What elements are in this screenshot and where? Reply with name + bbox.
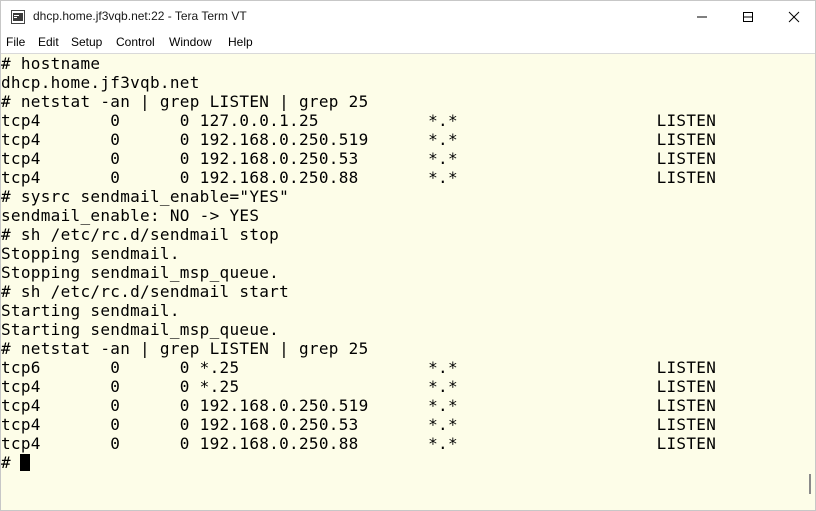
minimize-icon <box>697 16 707 18</box>
terminal-line: # netstat -an | grep LISTEN | grep 25 <box>1 92 369 111</box>
menu-control[interactable]: Control <box>116 35 155 49</box>
text-cursor <box>20 454 30 471</box>
close-button[interactable] <box>771 1 816 33</box>
menu-file[interactable]: File <box>6 35 25 49</box>
terminal-line: # netstat -an | grep LISTEN | grep 25 <box>1 339 369 358</box>
terminal-line: tcp4 0 0 192.168.0.250.519 *.* LISTEN <box>1 130 717 149</box>
terminal-line: sendmail_enable: NO -> YES <box>1 206 260 225</box>
menu-bar: File Edit Setup Control Window Help <box>1 33 815 54</box>
terminal-line: tcp4 0 0 192.168.0.250.88 *.* LISTEN <box>1 168 717 187</box>
scrollbar-thumb[interactable] <box>809 474 811 494</box>
terminal-line: tcp4 0 0 *.25 *.* LISTEN <box>1 377 717 396</box>
terminal-line: # hostname <box>1 54 101 73</box>
terminal-screen[interactable]: # hostname dhcp.home.jf3vqb.net # netsta… <box>1 54 807 510</box>
vertical-scrollbar[interactable] <box>807 54 815 510</box>
terminal-line: # sysrc sendmail_enable="YES" <box>1 187 290 206</box>
terminal-line: tcp4 0 0 192.168.0.250.53 *.* LISTEN <box>1 415 717 434</box>
maximize-button[interactable] <box>725 1 771 33</box>
maximize-icon <box>743 12 753 22</box>
terminal-line: dhcp.home.jf3vqb.net <box>1 73 200 92</box>
terminal-line: tcp4 0 0 192.168.0.250.88 *.* LISTEN <box>1 434 717 453</box>
terminal-prompt-line: # <box>1 453 21 472</box>
tera-term-window: dhcp.home.jf3vqb.net:22 - Tera Term VT F… <box>0 0 816 511</box>
tera-term-app-icon[interactable] <box>11 10 25 24</box>
terminal-line: # sh /etc/rc.d/sendmail stop <box>1 225 280 244</box>
minimize-button-area[interactable] <box>679 1 725 33</box>
close-icon <box>788 11 800 23</box>
terminal-line: # sh /etc/rc.d/sendmail start <box>1 282 290 301</box>
menu-window[interactable]: Window <box>169 35 212 49</box>
menu-setup[interactable]: Setup <box>71 35 102 49</box>
terminal-line: Stopping sendmail. <box>1 244 180 263</box>
window-title: dhcp.home.jf3vqb.net:22 - Tera Term VT <box>33 9 247 23</box>
terminal-line: Stopping sendmail_msp_queue. <box>1 263 280 282</box>
terminal-line: tcp4 0 0 192.168.0.250.519 *.* LISTEN <box>1 396 717 415</box>
terminal-line: tcp6 0 0 *.25 *.* LISTEN <box>1 358 717 377</box>
menu-help[interactable]: Help <box>228 35 253 49</box>
terminal-line: Starting sendmail_msp_queue. <box>1 320 280 339</box>
menu-edit[interactable]: Edit <box>38 35 59 49</box>
terminal-line: tcp4 0 0 127.0.0.1.25 *.* LISTEN <box>1 111 717 130</box>
terminal-line: Starting sendmail. <box>1 301 180 320</box>
terminal-line: tcp4 0 0 192.168.0.250.53 *.* LISTEN <box>1 149 717 168</box>
